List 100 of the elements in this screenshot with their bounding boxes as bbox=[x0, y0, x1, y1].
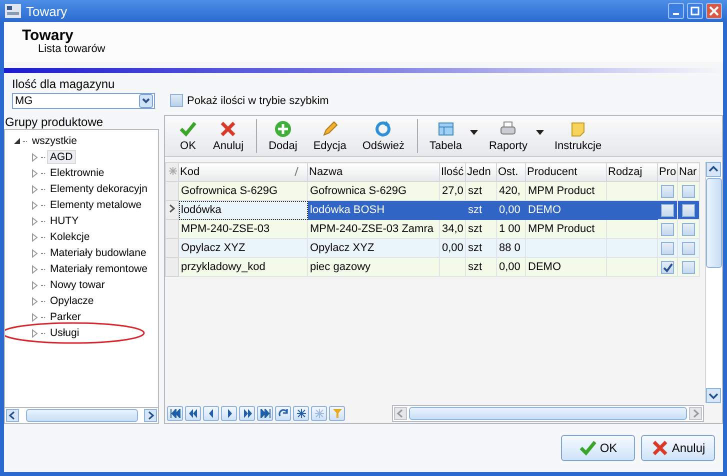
toolbar-button[interactable]: Tabela bbox=[422, 120, 470, 152]
table-cell: 34,0 bbox=[442, 223, 464, 235]
tree-item[interactable]: HUTY bbox=[47, 214, 82, 228]
column-header[interactable]: Nar bbox=[678, 162, 700, 182]
asterisk-icon bbox=[169, 167, 177, 175]
toolbar-button[interactable]: Anuluj bbox=[205, 120, 252, 152]
table-cell: Gofrownica S-629G bbox=[310, 185, 407, 197]
minimize-button[interactable] bbox=[668, 3, 684, 19]
expand-icon[interactable] bbox=[31, 168, 39, 178]
toolbar-button[interactable]: Dodaj bbox=[260, 120, 306, 152]
expand-icon[interactable] bbox=[31, 184, 39, 194]
table-cell: Gofrownica S-629G bbox=[181, 185, 278, 197]
table-checkbox[interactable] bbox=[682, 242, 695, 254]
expand-icon[interactable] bbox=[31, 296, 39, 306]
navigator-button[interactable] bbox=[185, 406, 201, 420]
table-cell: MPM-240-ZSE-03 bbox=[181, 223, 270, 235]
column-header[interactable]: Nazwa bbox=[308, 162, 440, 182]
column-header[interactable]: Ost. bbox=[496, 162, 526, 182]
table-checkbox[interactable] bbox=[661, 242, 674, 254]
column-header[interactable]: Pro bbox=[658, 162, 678, 182]
expand-icon[interactable] bbox=[31, 248, 39, 258]
vertical-scrollbar[interactable] bbox=[705, 162, 722, 403]
navigator-button[interactable] bbox=[221, 406, 237, 420]
tree-item[interactable]: Opylacze bbox=[47, 294, 97, 308]
table-cell: 27,0 bbox=[442, 185, 464, 197]
column-header[interactable]: Producent bbox=[526, 162, 606, 182]
expand-icon[interactable] bbox=[31, 152, 39, 162]
tree-item[interactable]: Elektrownie bbox=[47, 166, 108, 180]
tree-item[interactable]: AGD bbox=[47, 150, 76, 164]
expand-icon[interactable] bbox=[31, 232, 39, 242]
column-header[interactable]: Jedn bbox=[466, 162, 496, 182]
table-cell: szt bbox=[468, 261, 482, 273]
tree-item[interactable]: Materiały remontowe bbox=[47, 262, 150, 276]
navigator-button[interactable] bbox=[167, 406, 183, 420]
tree-item[interactable]: Elementy metalowe bbox=[47, 198, 145, 212]
dropdown-arrow-icon[interactable] bbox=[536, 130, 544, 134]
table-checkbox[interactable] bbox=[682, 204, 695, 216]
navigator-button[interactable] bbox=[257, 406, 273, 420]
tree-item[interactable]: wszystkie bbox=[29, 134, 80, 148]
expand-icon[interactable] bbox=[31, 280, 39, 290]
column-header[interactable]: Kod bbox=[178, 162, 308, 182]
collapse-icon[interactable] bbox=[13, 136, 21, 146]
table-cell: 0,00 bbox=[442, 242, 464, 254]
toolbar-button[interactable]: Raporty bbox=[480, 120, 536, 152]
close-button[interactable] bbox=[706, 3, 722, 19]
maximize-button[interactable] bbox=[687, 3, 703, 19]
expand-icon[interactable] bbox=[31, 312, 39, 322]
tree-item[interactable]: Materiały budowlane bbox=[47, 246, 150, 260]
scroll-up-icon[interactable] bbox=[706, 162, 721, 177]
toolbar-button[interactable]: Odśwież bbox=[354, 120, 413, 152]
navigator-button[interactable] bbox=[203, 406, 219, 420]
expand-icon[interactable] bbox=[31, 200, 39, 210]
dialog-button[interactable]: OK bbox=[561, 435, 635, 461]
expand-icon[interactable] bbox=[31, 216, 39, 226]
dialog-button[interactable]: Anuluj bbox=[641, 435, 715, 461]
filter-icon bbox=[332, 408, 342, 418]
page-title: Towary bbox=[22, 28, 74, 43]
table-checkbox[interactable] bbox=[682, 184, 695, 198]
scroll-right-icon[interactable] bbox=[689, 406, 702, 420]
scroll-right-icon[interactable] bbox=[144, 409, 157, 422]
horizontal-scrollbar[interactable] bbox=[4, 407, 159, 424]
table-cell: 0,00 bbox=[499, 204, 520, 216]
toolbar-button[interactable]: OK bbox=[171, 120, 205, 152]
warehouse-dropdown[interactable]: MG bbox=[12, 93, 155, 109]
dropdown-arrow-icon[interactable] bbox=[470, 130, 478, 134]
window-title: Towary bbox=[26, 4, 68, 18]
table-checkbox[interactable] bbox=[682, 260, 695, 274]
column-header[interactable]: Ilość bbox=[440, 162, 466, 182]
tree-item[interactable]: Usługi bbox=[47, 326, 82, 340]
tree-item[interactable]: Elementy dekoracyjn bbox=[47, 182, 150, 196]
quick-mode-label: Pokaż ilości w trybie szybkim bbox=[187, 94, 329, 106]
navigator-button[interactable] bbox=[293, 406, 309, 420]
toolbar-button[interactable]: Edycja bbox=[305, 120, 354, 152]
horizontal-scrollbar[interactable] bbox=[392, 404, 704, 422]
minimize-icon bbox=[673, 13, 679, 15]
tree-item[interactable]: Parker bbox=[47, 310, 84, 324]
scroll-down-icon[interactable] bbox=[706, 388, 721, 403]
scroll-left-icon[interactable] bbox=[6, 409, 19, 422]
table-icon bbox=[436, 120, 455, 138]
navigator-button[interactable] bbox=[275, 406, 291, 420]
table-checkbox[interactable] bbox=[682, 222, 695, 236]
table-checkbox[interactable] bbox=[661, 184, 674, 198]
table-cell: szt bbox=[468, 242, 482, 254]
table-checkbox[interactable] bbox=[661, 260, 674, 274]
navigator-button[interactable] bbox=[239, 406, 255, 420]
table-checkbox[interactable] bbox=[661, 222, 674, 236]
tree-item[interactable]: Nowy towar bbox=[47, 278, 108, 292]
scroll-left-icon[interactable] bbox=[394, 406, 407, 420]
quick-mode-checkbox[interactable] bbox=[170, 94, 183, 107]
table-checkbox[interactable] bbox=[661, 204, 674, 216]
rewind-icon bbox=[188, 408, 198, 418]
expand-icon[interactable] bbox=[31, 264, 39, 274]
column-header[interactable]: Rodzaj bbox=[606, 162, 658, 182]
expand-icon[interactable] bbox=[31, 328, 39, 338]
sort-icon bbox=[294, 167, 299, 176]
table-cell: MPM Product bbox=[528, 185, 595, 197]
tree-item[interactable]: Kolekcje bbox=[47, 230, 93, 244]
toolbar-button[interactable]: Instrukcje bbox=[546, 120, 610, 152]
last-record-icon bbox=[260, 408, 270, 418]
fast-forward-icon bbox=[242, 408, 252, 418]
